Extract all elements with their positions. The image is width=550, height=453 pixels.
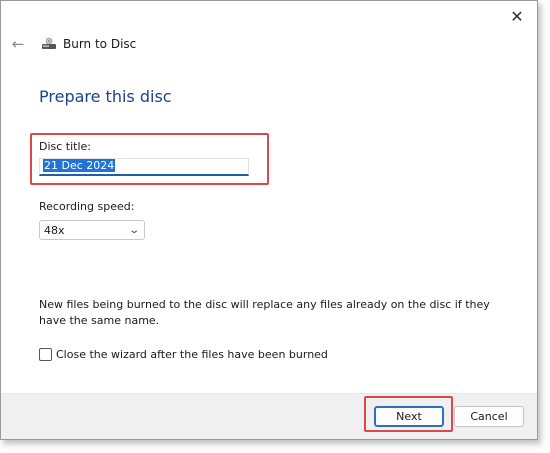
back-button[interactable]: ←	[9, 35, 27, 53]
disc-title-input[interactable]: 21 Dec 2024	[39, 158, 249, 176]
burn-to-disc-dialog: ✕ ← Burn to Disc Prepare this disc Disc …	[0, 0, 538, 440]
page-heading: Prepare this disc	[39, 87, 172, 106]
back-arrow-icon: ←	[11, 35, 25, 53]
close-button[interactable]: ✕	[505, 5, 529, 27]
dialog-footer: Next Cancel	[1, 393, 537, 439]
dialog-title: Burn to Disc	[63, 37, 137, 51]
cancel-button[interactable]: Cancel	[454, 406, 524, 427]
disc-title-value: 21 Dec 2024	[43, 159, 116, 172]
recording-speed-select[interactable]: 48x ⌄	[39, 220, 145, 240]
close-wizard-option[interactable]: Close the wizard after the files have be…	[39, 348, 328, 361]
chevron-down-icon: ⌄	[127, 224, 140, 236]
close-wizard-label: Close the wizard after the files have be…	[56, 348, 328, 361]
close-wizard-checkbox[interactable]	[39, 348, 52, 361]
recording-speed-value: 48x	[44, 223, 65, 237]
disc-burner-icon	[41, 37, 57, 51]
dialog-header: ← Burn to Disc	[9, 35, 137, 53]
next-button[interactable]: Next	[374, 406, 444, 427]
next-button-label: Next	[396, 410, 422, 423]
info-text: New files being burned to the disc will …	[39, 298, 490, 327]
disc-title-label: Disc title:	[39, 140, 92, 153]
recording-speed-label: Recording speed:	[39, 200, 135, 213]
close-icon: ✕	[510, 6, 524, 26]
cancel-button-label: Cancel	[470, 410, 508, 423]
